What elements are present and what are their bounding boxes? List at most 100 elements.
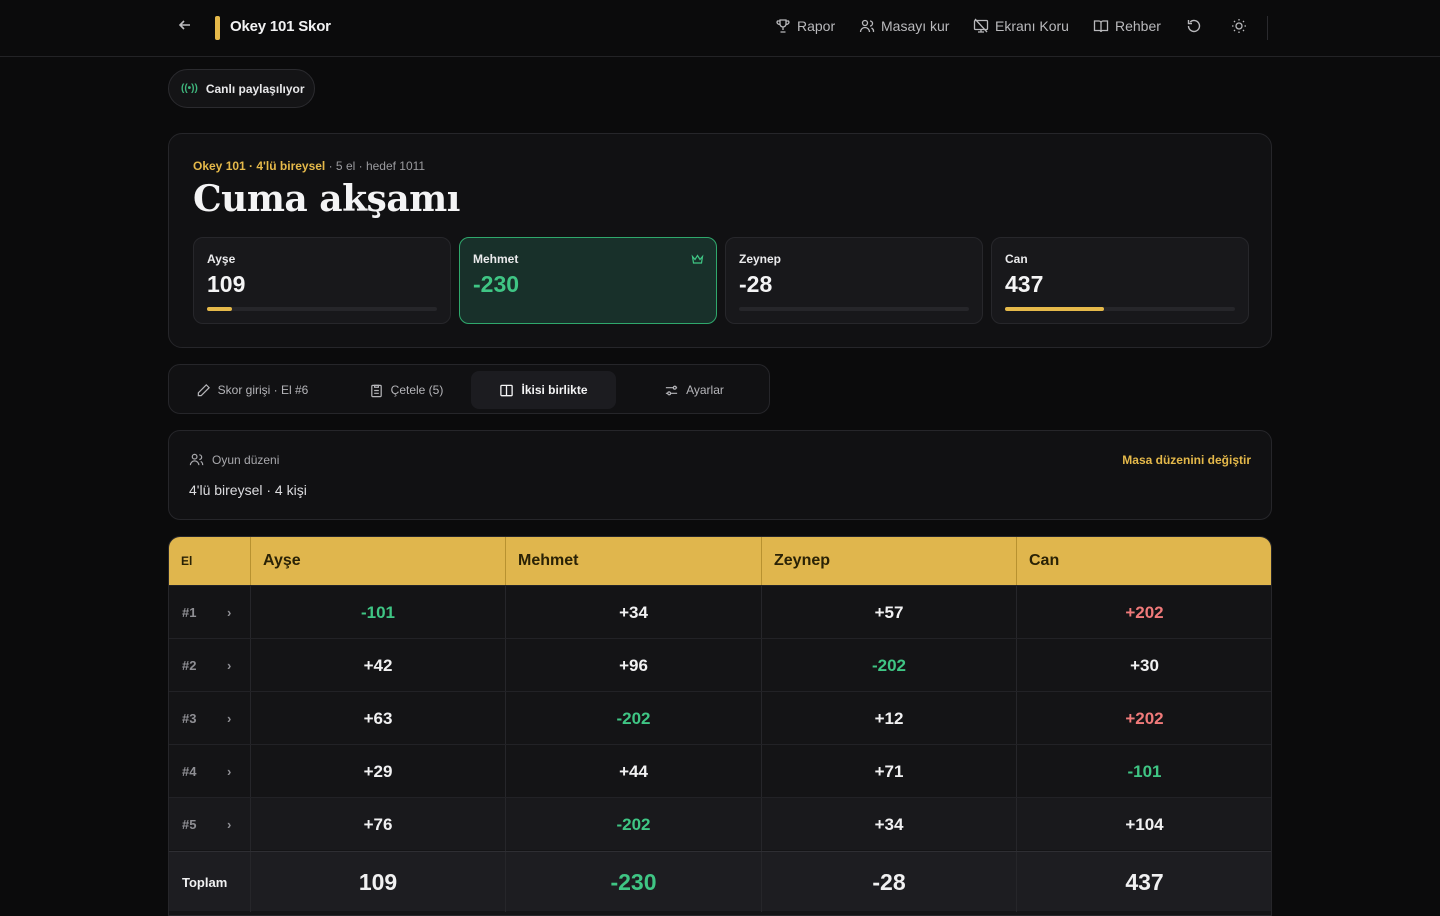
divider [1267, 16, 1268, 40]
columns-icon [500, 384, 514, 396]
game-layout-panel: Oyun düzeni 4'lü bireysel · 4 kişi Masa … [168, 430, 1272, 520]
hand-number-button[interactable]: #5 › [169, 798, 250, 851]
nav-label: Rehber [1115, 18, 1161, 34]
hand-number-button[interactable]: #1 › [169, 586, 250, 639]
table-row: #5 › +76 -202 +34 +104 [169, 797, 1271, 851]
column-header-player: Mehmet [505, 537, 761, 585]
nav-ekrani-koru-button[interactable]: Ekranı Koru [973, 18, 1069, 34]
nav-label: Masayı kur [881, 18, 950, 34]
progress-fill [1005, 307, 1105, 311]
column-header-player: Can [1016, 537, 1271, 585]
hand-number-button[interactable]: #2 › [169, 639, 250, 692]
player-name: Mehmet [473, 252, 519, 266]
layout-value: 4'lü bireysel · 4 kişi [189, 482, 307, 498]
chevron-right-icon: › [227, 817, 232, 832]
tab-label: Ayarlar [686, 383, 724, 397]
score-cell: +34 [505, 586, 761, 639]
nav-label: Ekranı Koru [995, 18, 1069, 34]
theme-toggle-button[interactable] [1231, 18, 1247, 34]
hand-number: #1 [182, 605, 197, 620]
brand-accent-bar [215, 16, 220, 40]
total-cell: 437 [1016, 852, 1271, 912]
chevron-right-icon: › [227, 711, 232, 726]
score-cell: +30 [1016, 639, 1271, 692]
table-row: #1 › -101 +34 +57 +202 [169, 585, 1271, 639]
player-card-leader: Mehmet -230 [459, 237, 717, 324]
clipboard-icon [370, 384, 382, 397]
totals-row: Toplam 109 -230 -28 437 [169, 851, 1271, 912]
column-header-el: El [181, 554, 193, 568]
users-icon [189, 453, 204, 466]
progress-track [1005, 307, 1235, 311]
app-title: Okey 101 Skor [230, 18, 331, 35]
table-row: #2 › +42 +96 -202 +30 [169, 638, 1271, 692]
total-cell: -230 [505, 852, 761, 912]
live-sharing-badge[interactable]: ((•)) Canlı paylaşılıyor [168, 69, 315, 108]
screen-off-icon [973, 18, 989, 33]
nav-rehber-button[interactable]: Rehber [1093, 18, 1161, 34]
users-icon [859, 19, 875, 33]
score-cell: +202 [1016, 586, 1271, 639]
pencil-icon [197, 383, 210, 396]
hand-number-button[interactable]: #4 › [169, 745, 250, 798]
table-row: #3 › +63 -202 +12 +202 [169, 691, 1271, 745]
hand-number-button[interactable]: #3 › [169, 692, 250, 745]
player-card: Zeynep -28 [725, 237, 983, 324]
chevron-right-icon: › [227, 658, 232, 673]
chevron-right-icon: › [227, 605, 232, 620]
tab-label: Çetele (5) [390, 383, 444, 397]
score-cell: -202 [505, 798, 761, 851]
score-cell: -202 [761, 639, 1016, 692]
progress-track [207, 307, 437, 311]
score-cell: -101 [250, 586, 505, 639]
tab-skor-girisi[interactable]: Skor girişi · El #6 [177, 371, 327, 409]
player-score: -28 [739, 271, 773, 297]
player-name: Ayşe [207, 252, 236, 266]
player-score: 109 [207, 271, 246, 297]
score-cell: +29 [250, 745, 505, 798]
change-layout-link[interactable]: Masa düzenini değiştir [1122, 453, 1251, 467]
totals-label: Toplam [182, 874, 228, 890]
layout-label: Oyun düzeni [212, 452, 280, 467]
score-cell: +104 [1016, 798, 1271, 851]
layout-label-row: Oyun düzeni [189, 452, 279, 467]
nav-rapor-button[interactable]: Rapor [775, 18, 835, 34]
chevron-right-icon: › [227, 764, 232, 779]
reset-button[interactable] [1186, 18, 1202, 34]
column-header-player: Ayşe [250, 537, 505, 585]
player-score: -230 [473, 271, 520, 297]
score-cell: -101 [1016, 745, 1271, 798]
game-title: Cuma akşamı [193, 178, 460, 220]
score-cell: +34 [761, 798, 1016, 851]
sliders-icon [665, 385, 678, 395]
score-cell: +12 [761, 692, 1016, 745]
tab-ayarlar[interactable]: Ayarlar [624, 371, 764, 409]
player-card: Can 437 [991, 237, 1249, 324]
view-tabs: Skor girişi · El #6 Çetele (5) İkisi bir… [168, 364, 770, 414]
hand-number: #3 [182, 711, 197, 726]
progress-track [739, 307, 969, 311]
top-bar: Okey 101 Skor Rapor Masayı kur Ekranı Ko… [0, 0, 1440, 57]
total-cell: 109 [250, 852, 505, 912]
back-arrow-icon[interactable] [178, 18, 198, 38]
score-table: El Ayşe Mehmet Zeynep Can #1 › -101 +34 +… [168, 536, 1272, 916]
crown-icon [691, 252, 704, 264]
score-cell: +71 [761, 745, 1016, 798]
score-cell: +96 [505, 639, 761, 692]
tab-label: İkisi birlikte [521, 383, 588, 397]
score-cell: +63 [250, 692, 505, 745]
score-cell: +202 [1016, 692, 1271, 745]
nav-masayi-kur-button[interactable]: Masayı kur [859, 18, 949, 34]
tab-cetele[interactable]: Çetele (5) [331, 371, 481, 409]
hand-number: #5 [182, 817, 197, 832]
table-row: #4 › +29 +44 +71 -101 [169, 744, 1271, 798]
game-meta-rest: · 5 el · hedef 1011 [325, 159, 426, 173]
hand-number: #2 [182, 658, 197, 673]
player-name: Zeynep [739, 252, 782, 266]
book-icon [1093, 20, 1109, 33]
total-cell: -28 [761, 852, 1016, 912]
trophy-icon [776, 19, 790, 33]
tab-ikisi-birlikte[interactable]: İkisi birlikte [471, 371, 616, 409]
player-name: Can [1005, 252, 1028, 266]
progress-fill [207, 307, 232, 311]
